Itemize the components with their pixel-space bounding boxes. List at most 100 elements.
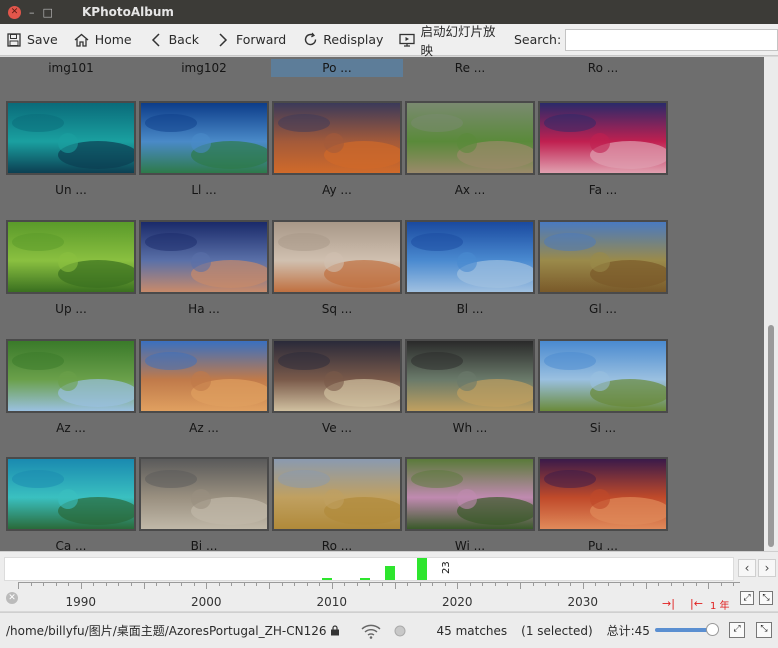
thumbnail-label: Ve ...: [322, 421, 352, 435]
scrollbar-thumb[interactable]: [768, 325, 774, 547]
range-marker-right: |←: [690, 597, 703, 610]
thumbnail-item[interactable]: Az ...: [6, 339, 136, 435]
thumbnail-image[interactable]: [6, 220, 136, 294]
thumbnail-item[interactable]: Un ...: [6, 101, 136, 197]
thumbnail-item[interactable]: Ve ...: [272, 339, 402, 435]
thumbnail-image[interactable]: [272, 339, 402, 413]
maximize-window-button[interactable]: □: [43, 6, 53, 19]
thumbnail-label[interactable]: img102: [138, 59, 270, 77]
thumbnail-item[interactable]: Ay ...: [272, 101, 402, 197]
thumbnail-label[interactable]: Po ...: [271, 59, 403, 77]
timeline-tick: [156, 582, 158, 586]
timeline-tick: [319, 582, 321, 586]
folder-path: /home/billyfu/图片/桌面主题/AzoresPortugal_ZH-…: [6, 624, 327, 638]
thumbnail-label[interactable]: Ro ...: [537, 59, 669, 77]
thumbnail-image[interactable]: [538, 457, 668, 531]
rock-arch-icon: [141, 341, 267, 411]
thumbnail-image[interactable]: [272, 220, 402, 294]
thumbnail-item[interactable]: Ll ...: [139, 101, 269, 197]
home-button[interactable]: Home: [74, 32, 132, 48]
timeline-zoom-out-button[interactable]: ⤡: [759, 591, 773, 605]
ram-icon: [141, 459, 267, 529]
thumbnail-item[interactable]: Wi ...: [405, 457, 535, 551]
save-label: Save: [27, 32, 58, 47]
timeline-tick: [281, 582, 283, 586]
thumbnail-image[interactable]: [6, 457, 136, 531]
forward-button[interactable]: Forward: [215, 32, 286, 48]
timeline-bar[interactable]: [385, 566, 396, 580]
timeline-tick: [407, 582, 409, 586]
search-label: Search:: [514, 32, 562, 47]
thumbnail-item[interactable]: Wh ...: [405, 339, 535, 435]
main-toolbar: Save Home Back Forward Redisplay 启动幻灯片放映…: [0, 21, 778, 59]
timeline-zoom-in-button[interactable]: ⤢: [740, 591, 754, 605]
clear-date-range-button[interactable]: ✕: [6, 592, 18, 604]
thumbnail-image[interactable]: [405, 339, 535, 413]
thumbnail-image[interactable]: [139, 457, 269, 531]
fullscreen-button[interactable]: ⤡: [756, 622, 772, 638]
save-button[interactable]: Save: [6, 32, 58, 48]
toggle-timeline-button[interactable]: ⤢: [729, 622, 745, 638]
thumbnail-image[interactable]: [538, 339, 668, 413]
thumbnail-item[interactable]: Sq ...: [272, 220, 402, 316]
thumbnail-image[interactable]: [405, 101, 535, 175]
thumbnail-label: Un ...: [55, 183, 87, 197]
thumbnail-image[interactable]: [405, 220, 535, 294]
minimize-window-button[interactable]: –: [29, 6, 35, 19]
timeline-histogram[interactable]: [4, 557, 734, 581]
thumbnail-image[interactable]: [6, 101, 136, 175]
redisplay-button[interactable]: Redisplay: [302, 32, 383, 48]
timeline-scroll-left-button[interactable]: ‹: [738, 559, 756, 577]
back-button[interactable]: Back: [148, 32, 199, 48]
timeline-tick: [658, 582, 660, 586]
timeline-bar[interactable]: [360, 578, 371, 580]
thumbnail-item[interactable]: Ax ...: [405, 101, 535, 197]
thumbnail-label: Fa ...: [588, 183, 618, 197]
thumbnail-image[interactable]: [272, 101, 402, 175]
thumbnail-image[interactable]: [139, 339, 269, 413]
thumbnail-image[interactable]: [272, 457, 402, 531]
thumbnail-item[interactable]: Bi ...: [139, 457, 269, 551]
search-input[interactable]: [565, 28, 778, 51]
timeline-tick: [394, 582, 396, 589]
thumbnail-item[interactable]: Ro ...: [272, 457, 402, 551]
thumbnail-label[interactable]: img101: [5, 59, 137, 77]
thumbnail-item[interactable]: Ha ...: [139, 220, 269, 316]
thumbnail-image[interactable]: [405, 457, 535, 531]
timeline-tick: [381, 582, 383, 586]
thumbnail-image[interactable]: [6, 339, 136, 413]
thumbnail-item[interactable]: Bl ...: [405, 220, 535, 316]
timeline-bar[interactable]: [322, 578, 333, 580]
timeline-scroll-right-button[interactable]: ›: [758, 559, 776, 577]
red-rocks-icon: [540, 459, 666, 529]
slideshow-button[interactable]: 启动幻灯片放映: [399, 21, 496, 59]
timeline-tick: [356, 582, 358, 586]
thumbnail-image[interactable]: [139, 101, 269, 175]
vertical-scrollbar[interactable]: [764, 57, 778, 551]
thumbnail-size-slider-handle[interactable]: [706, 623, 719, 636]
thumbnail-item[interactable]: Az ...: [139, 339, 269, 435]
thumbnail-size-slider[interactable]: [655, 628, 713, 632]
timeline-tick: [683, 582, 685, 586]
close-window-button[interactable]: ✕: [8, 5, 21, 19]
thumbnail-item[interactable]: Up ...: [6, 220, 136, 316]
squirrel-icon: [8, 222, 134, 292]
thumbnail-image[interactable]: [538, 220, 668, 294]
timeline-bar[interactable]: [416, 558, 427, 580]
thumbnail-item[interactable]: Gl ...: [538, 220, 668, 316]
thumbnail-item[interactable]: Si ...: [538, 339, 668, 435]
thumbnail-item[interactable]: Ca ...: [6, 457, 136, 551]
flower-field-icon: [407, 459, 533, 529]
thumbnail-image[interactable]: [139, 220, 269, 294]
timeline-tick: [507, 582, 509, 586]
timeline-tick: [143, 582, 145, 589]
timeline-tick: [231, 582, 233, 586]
thumbnail-label[interactable]: Re ...: [404, 59, 536, 77]
thumbnail-view[interactable]: img101 img102 Po ... Re ... Ro ... Un ... Ll …: [0, 57, 764, 551]
timeline-tick: [118, 582, 120, 586]
thumbnail-item[interactable]: Pu ...: [538, 457, 668, 551]
timeline-tick: [306, 582, 308, 586]
thumbnail-item[interactable]: Fa ...: [538, 101, 668, 197]
underwater-icon: [141, 103, 267, 173]
thumbnail-image[interactable]: [538, 101, 668, 175]
